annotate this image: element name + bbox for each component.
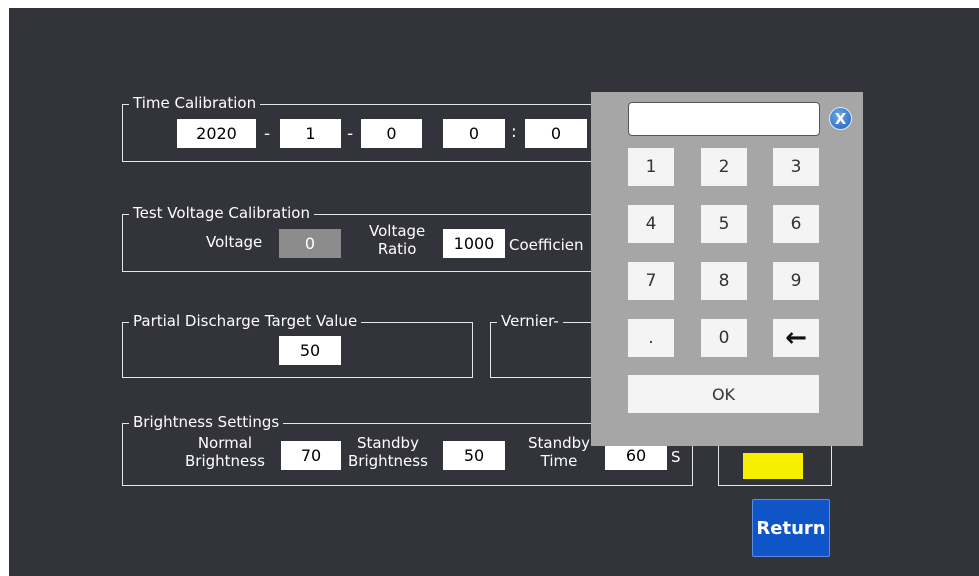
close-icon[interactable]: X [829, 107, 852, 130]
voltage-ratio-field[interactable]: 1000 [443, 229, 505, 258]
key-8[interactable]: 8 [701, 262, 747, 300]
partial-discharge-field[interactable]: 50 [279, 336, 341, 365]
key-decimal[interactable]: . [628, 319, 674, 357]
ok-button[interactable]: OK [628, 375, 819, 413]
hour-field[interactable]: 0 [443, 119, 505, 148]
key-1[interactable]: 1 [628, 148, 674, 186]
standby-time-label: Standby Time [528, 434, 590, 470]
key-7[interactable]: 7 [628, 262, 674, 300]
standby-brightness-field[interactable]: 50 [443, 441, 505, 470]
standby-time-label-line1: Standby [528, 434, 591, 452]
key-5[interactable]: 5 [701, 205, 747, 243]
key-6[interactable]: 6 [773, 205, 819, 243]
normal-brightness-label: Normal Brightness [185, 434, 265, 470]
key-4[interactable]: 4 [628, 205, 674, 243]
normal-brightness-label-line2: Brightness [185, 452, 265, 470]
normal-brightness-field[interactable]: 70 [281, 441, 341, 470]
vernier-group: Vernier- [490, 311, 602, 378]
numeric-keypad: X 1 2 3 4 5 6 7 8 9 . 0 ← OK [591, 92, 863, 446]
normal-brightness-label-line1: Normal [197, 434, 253, 452]
voltage-label: Voltage [206, 233, 263, 251]
standby-brightness-label-line1: Standby [356, 434, 419, 452]
voltage-readout: 0 [279, 229, 341, 258]
yellow-indicator [743, 453, 803, 479]
minute-field[interactable]: 0 [525, 119, 587, 148]
key-9[interactable]: 9 [773, 262, 819, 300]
voltage-ratio-label-line1: Voltage [369, 222, 426, 240]
time-calibration-legend: Time Calibration [129, 93, 261, 113]
coefficient-label: Coefficien [509, 236, 584, 254]
voltage-calibration-legend: Test Voltage Calibration [129, 203, 314, 223]
voltage-ratio-label: Voltage Ratio [369, 222, 425, 258]
date-separator-2: - [347, 124, 354, 144]
standby-time-unit: S [671, 448, 681, 466]
date-separator-1: - [264, 124, 271, 144]
main-screen: Time Calibration 2020 - 1 - 0 0 : 0 Test… [9, 8, 979, 576]
year-field[interactable]: 2020 [177, 119, 256, 148]
standby-time-label-line2: Time [540, 452, 578, 470]
keypad-display[interactable] [628, 102, 820, 136]
backspace-key[interactable]: ← [773, 319, 819, 357]
day-field[interactable]: 0 [361, 119, 422, 148]
return-button[interactable]: Return [752, 499, 830, 557]
standby-brightness-label-line2: Brightness [348, 452, 428, 470]
key-0[interactable]: 0 [701, 319, 747, 357]
partial-discharge-legend: Partial Discharge Target Value [129, 311, 362, 331]
key-3[interactable]: 3 [773, 148, 819, 186]
standby-brightness-label: Standby Brightness [348, 434, 428, 470]
time-separator: : [511, 122, 517, 142]
key-2[interactable]: 2 [701, 148, 747, 186]
brightness-legend: Brightness Settings [129, 412, 284, 432]
voltage-ratio-label-line2: Ratio [377, 240, 417, 258]
vernier-legend: Vernier- [497, 311, 563, 331]
backspace-arrow-icon: ← [785, 323, 807, 353]
month-field[interactable]: 1 [280, 119, 341, 148]
